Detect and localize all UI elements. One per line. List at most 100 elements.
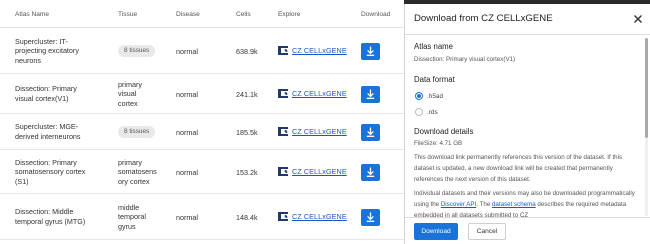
header-tissue: Tissue [118,11,138,18]
dataset-schema-link[interactable]: dataset schema [492,201,536,208]
header-download: Download [361,11,391,18]
tissue-line: primary [118,79,142,89]
atlas-name-line: derived interneurons [15,131,81,141]
disease-cell: normal [176,90,198,99]
radio-button[interactable] [415,92,423,100]
tissue-line: temporal [118,212,146,222]
explore-cell: CZ CELLxGENE [278,46,347,55]
tissue-cell: primary visual cortex [118,80,162,109]
header-cells: Cells [236,11,251,18]
atlas-name-value: Dissection: Primary visual cortex(V1) [414,56,516,63]
permanent-link-note: This download link permanently reference… [414,154,623,183]
tissue-line: somatosens [118,167,157,177]
download-icon [366,211,375,222]
cz-logo-icon [278,127,288,136]
cancel-button[interactable]: Cancel [468,223,506,240]
explore-cell: CZ CELLxGENE [278,167,347,176]
row-download-button[interactable] [361,163,380,181]
atlas-name-line: projecting excitatory [15,46,79,56]
download-icon [366,88,375,99]
atlas-name-cell: Dissection: Primary somatosensory cortex(… [15,158,101,187]
discover-api-link[interactable]: Discover API [441,201,476,208]
tissue-cell: middle temporal gyrus [118,203,162,232]
cells-count-cell: 638.9k [236,47,258,56]
programmatic-access-note: Individual datasets and their versions m… [414,188,642,217]
row-download-button[interactable] [361,208,380,226]
explore-cell: CZ CELLxGENE [278,127,347,136]
tissue-cell: primary somatosens ory cortex [118,158,162,187]
atlas-name-line: somatosensory cortex [15,167,86,177]
modal-body: Atlas name Dissection: Primary visual co… [414,39,642,217]
disease-cell: normal [176,213,198,222]
cells-count-cell: 241.1k [236,90,258,99]
atlas-name-line: neurons [15,55,41,65]
cells-count-cell: 185.5k [236,128,258,137]
row-download-button[interactable] [361,85,380,103]
download-icon [366,126,375,137]
atlas-name-line: Dissection: Primary [15,84,77,94]
atlas-name-line: Dissection: Middle [15,207,74,217]
tissue-line: gyrus [118,221,136,231]
modal-header-divider [405,34,650,35]
explore-cellxgene-link[interactable]: CZ CELLxGENE [292,212,347,221]
row-download-button[interactable] [361,123,380,141]
explore-cell: CZ CELLxGENE [278,89,347,98]
tissue-count-badge[interactable]: 8 tissues [118,126,156,138]
download-icon [366,166,375,177]
cz-logo-icon [278,167,288,176]
format-option-rds[interactable]: .rds [415,108,438,116]
explore-cellxgene-link[interactable]: CZ CELLxGENE [292,167,347,176]
download-modal: Download from CZ CELLxGENE Atlas name Di… [404,4,650,244]
cz-logo-icon [278,89,288,98]
header-explore: Explore [278,11,301,18]
cz-logo-icon [278,212,288,221]
atlas-name-line: visual cortex(V1) [15,93,69,103]
cz-logo-icon [278,46,288,55]
table-row: Supercluster: IT-projecting excitatory ne… [0,28,404,74]
tissue-line: cortex [118,98,138,108]
atlas-name-cell: Dissection: Middle temporal gyrus (MTG) [15,207,101,226]
header-atlas-name: Atlas Name [15,11,50,18]
tissue-line: primary [118,157,142,167]
scrollbar-thumb[interactable] [645,38,648,138]
format-option-h5ad[interactable]: .h5ad [415,92,443,100]
atlas-name-line: Dissection: Primary [15,157,77,167]
atlas-name-line: Supercluster: IT- [15,36,68,46]
table-header: Atlas Name Tissue Disease Cells Explore … [0,0,404,28]
disease-cell: normal [176,128,198,137]
explore-cellxgene-link[interactable]: CZ CELLxGENE [292,46,347,55]
cells-count-cell: 153.2k [236,168,258,177]
explore-cell: CZ CELLxGENE [278,212,347,221]
modal-scrollbar[interactable] [645,38,648,216]
row-download-button[interactable] [361,42,380,60]
explore-cellxgene-link[interactable]: CZ CELLxGENE [292,89,347,98]
note-text: . The [476,201,492,208]
format-label: .rds [427,108,438,116]
tissue-line: visual [118,89,137,99]
table-row: Dissection: Primary somatosensory cortex(… [0,150,404,194]
radio-button[interactable] [415,108,423,116]
tissue-count-badge[interactable]: 8 tissues [118,45,156,57]
file-size: FileSize: 4.71 GB [414,140,463,147]
download-icon [366,45,375,56]
atlas-name-line: temporal gyrus (MTG) [15,216,86,226]
disease-cell: normal [176,168,198,177]
download-details-label: Download details [414,127,474,136]
tissue-line: ory cortex [118,176,150,186]
atlas-name-cell: Supercluster: IT-projecting excitatory ne… [15,37,101,66]
header-disease: Disease [176,11,200,18]
atlas-name-cell: Dissection: Primary visual cortex(V1) [15,84,101,103]
data-format-label: Data format [414,75,455,84]
atlas-name-line: (S1) [15,176,29,186]
disease-cell: normal [176,47,198,56]
modal-footer-divider [405,217,650,218]
download-button[interactable]: Download [414,223,458,240]
explore-cellxgene-link[interactable]: CZ CELLxGENE [292,127,347,136]
table-row: Dissection: Primary visual cortex(V1) prim… [0,74,404,114]
atlas-name-label: Atlas name [414,42,454,51]
modal-title: Download from CZ CELLxGENE [414,13,553,24]
format-label: .h5ad [427,92,443,100]
table-row: Dissection: Middle temporal gyrus (MTG) mi… [0,194,404,240]
atlas-name-line: Supercluster: MGE- [15,122,79,132]
close-icon[interactable] [632,12,644,24]
